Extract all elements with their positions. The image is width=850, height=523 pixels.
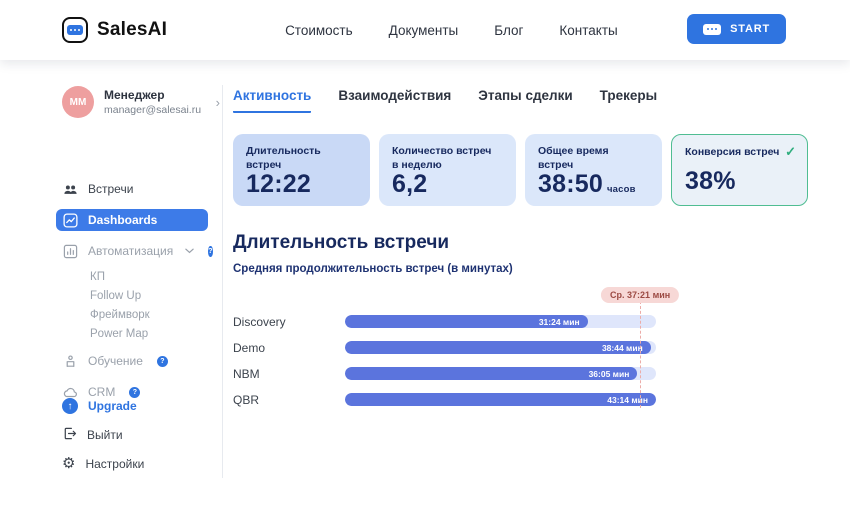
sidebar-item-training[interactable]: Обучение ?	[56, 350, 208, 372]
sidebar-item-meetings[interactable]: Встречи	[56, 178, 208, 200]
nav-link-documents[interactable]: Документы	[389, 23, 459, 38]
chevron-down-icon[interactable]	[185, 248, 194, 254]
chart-subtitle: Средняя продолжительность встреч (в мину…	[233, 263, 513, 275]
sidebar-subitem-followup[interactable]: Follow Up	[90, 290, 212, 302]
check-icon: ✓	[785, 144, 796, 159]
info-badge[interactable]: ?	[156, 355, 168, 367]
chart-bar-row: QBR 43:14 мин	[233, 392, 656, 407]
logout-icon	[62, 426, 77, 444]
chart-bar-row: Demo 38:44 мин	[233, 340, 656, 355]
chart-bar-track: 36:05 мин	[345, 367, 656, 380]
upgrade-button[interactable]: ↑ Upgrade	[62, 398, 144, 414]
sidebar-menu: Встречи Dashboards Автоматизация ? КП Fo…	[56, 178, 213, 403]
nav-link-blog[interactable]: Блог	[494, 23, 523, 38]
tab-interactions[interactable]: Взаимодействия	[338, 88, 451, 111]
sidebar-item-label: CRM	[88, 385, 116, 399]
stat-card-value: 6,2	[392, 170, 428, 199]
chart-bar-value: 38:44 мин	[601, 342, 643, 353]
avatar: MM	[62, 86, 94, 118]
stat-card-meetings-per-week[interactable]: Количество встреч в неделю 6,2	[379, 134, 516, 206]
chart-category-label: Demo	[233, 340, 266, 355]
top-nav-links: Стоимость Документы Блог Контакты	[285, 23, 618, 38]
chevron-right-icon: ›	[215, 94, 220, 110]
stat-cards: Длительность встреч 12:22 Количество вст…	[233, 134, 809, 206]
chart-bar: 36:05 мин	[345, 367, 638, 380]
chart-bar-track: 43:14 мин	[345, 393, 656, 406]
start-button[interactable]: START	[687, 14, 786, 44]
sidebar: MM Менеджер manager@salesai.ru › Встречи…	[56, 86, 220, 471]
chart-bar: 38:44 мин	[345, 341, 651, 354]
chart-bar-row: Discovery 31:24 мин	[233, 314, 656, 329]
automation-sub-menu: КП Follow Up Фреймворк Power Map	[90, 271, 212, 340]
upgrade-arrow-icon: ↑	[62, 398, 78, 414]
stat-card-title: Общее время встреч	[538, 145, 609, 171]
settings-button[interactable]: ⚙ Настройки	[62, 456, 144, 471]
brand-name: SalesAI	[97, 19, 168, 40]
app-window: SalesAI Стоимость Документы Блог Контакт…	[0, 0, 850, 523]
average-badge: Ср. 37:21 мин	[601, 287, 680, 303]
chat-dots-icon	[703, 23, 722, 35]
stat-card-value: 38%	[685, 167, 736, 195]
users-icon	[62, 181, 78, 197]
dashboard-tabs: Активность Взаимодействия Этапы сделки Т…	[233, 88, 809, 113]
stat-card-title: Длительность встреч	[246, 145, 321, 171]
info-badge[interactable]: ?	[129, 386, 141, 398]
tab-trackers[interactable]: Трекеры	[600, 88, 658, 111]
sidebar-item-dashboards[interactable]: Dashboards	[56, 209, 208, 231]
nav-link-contacts[interactable]: Контакты	[559, 23, 617, 38]
chart-line-icon	[62, 212, 78, 228]
main-content: Активность Взаимодействия Этапы сделки Т…	[233, 88, 809, 419]
chart-bar-value: 31:24 мин	[538, 316, 580, 327]
chart-bar-track: 31:24 мин	[345, 315, 656, 328]
stat-card-title: Конверсия встреч	[685, 146, 780, 158]
gear-icon: ⚙	[62, 455, 76, 472]
user-profile[interactable]: MM Менеджер manager@salesai.ru ›	[62, 86, 220, 118]
top-navigation: SalesAI Стоимость Документы Блог Контакт…	[0, 0, 850, 60]
chart-category-label: NBM	[233, 366, 260, 381]
chart-title: Длительность встречи	[233, 232, 450, 253]
sidebar-subitem-kp[interactable]: КП	[90, 271, 212, 283]
chart-bar-value: 43:14 мин	[607, 394, 648, 405]
brand-logo[interactable]: SalesAI	[62, 17, 167, 43]
tab-deal-stages[interactable]: Этапы сделки	[478, 88, 572, 111]
chart-bars-icon	[62, 243, 78, 259]
sidebar-footer: ↑ Upgrade Выйти ⚙ Настройки	[62, 398, 144, 483]
tab-activity[interactable]: Активность	[233, 88, 312, 113]
info-badge[interactable]: ?	[208, 245, 213, 257]
stat-card-conversion[interactable]: ✓ Конверсия встреч 38%	[671, 134, 808, 206]
sidebar-item-automation[interactable]: Автоматизация ?	[56, 240, 213, 262]
chart-category-label: QBR	[233, 392, 260, 407]
stat-card-value: 12:22	[246, 170, 311, 199]
sidebar-divider	[222, 85, 223, 478]
chart-bar: 43:14 мин	[345, 393, 656, 406]
chart-bar-row: NBM 36:05 мин	[233, 366, 656, 381]
sidebar-subitem-framework[interactable]: Фреймворк	[90, 309, 212, 321]
stat-card-total-time[interactable]: Общее время встреч 38:50 часов	[525, 134, 662, 206]
stat-card-value: 38:50 часов	[538, 170, 636, 199]
stat-card-title: Количество встреч в неделю	[392, 145, 492, 171]
bar-chart: Discovery 31:24 мин Demo 38:44 мин NBM 3…	[233, 287, 680, 408]
nav-link-pricing[interactable]: Стоимость	[285, 23, 353, 38]
stat-card-unit: часов	[606, 184, 636, 196]
sidebar-item-label: Обучение	[88, 354, 143, 368]
chart-bar-track: 38:44 мин	[345, 341, 656, 354]
sidebar-item-label: Встречи	[88, 182, 134, 196]
chart-bar: 31:24 мин	[345, 315, 588, 328]
logout-button[interactable]: Выйти	[62, 426, 144, 444]
chart-bar-value: 36:05 мин	[588, 368, 630, 379]
salesai-logo-icon	[62, 17, 88, 43]
chart-category-label: Discovery	[233, 314, 286, 329]
profile-email: manager@salesai.ru	[104, 104, 202, 116]
sidebar-item-label: Dashboards	[88, 213, 158, 227]
profile-name: Менеджер	[104, 88, 165, 102]
sidebar-subitem-powermap[interactable]: Power Map	[90, 328, 212, 340]
training-icon	[62, 353, 78, 369]
stat-card-meeting-duration[interactable]: Длительность встреч 12:22	[233, 134, 370, 206]
sidebar-item-label: Автоматизация	[88, 244, 174, 258]
